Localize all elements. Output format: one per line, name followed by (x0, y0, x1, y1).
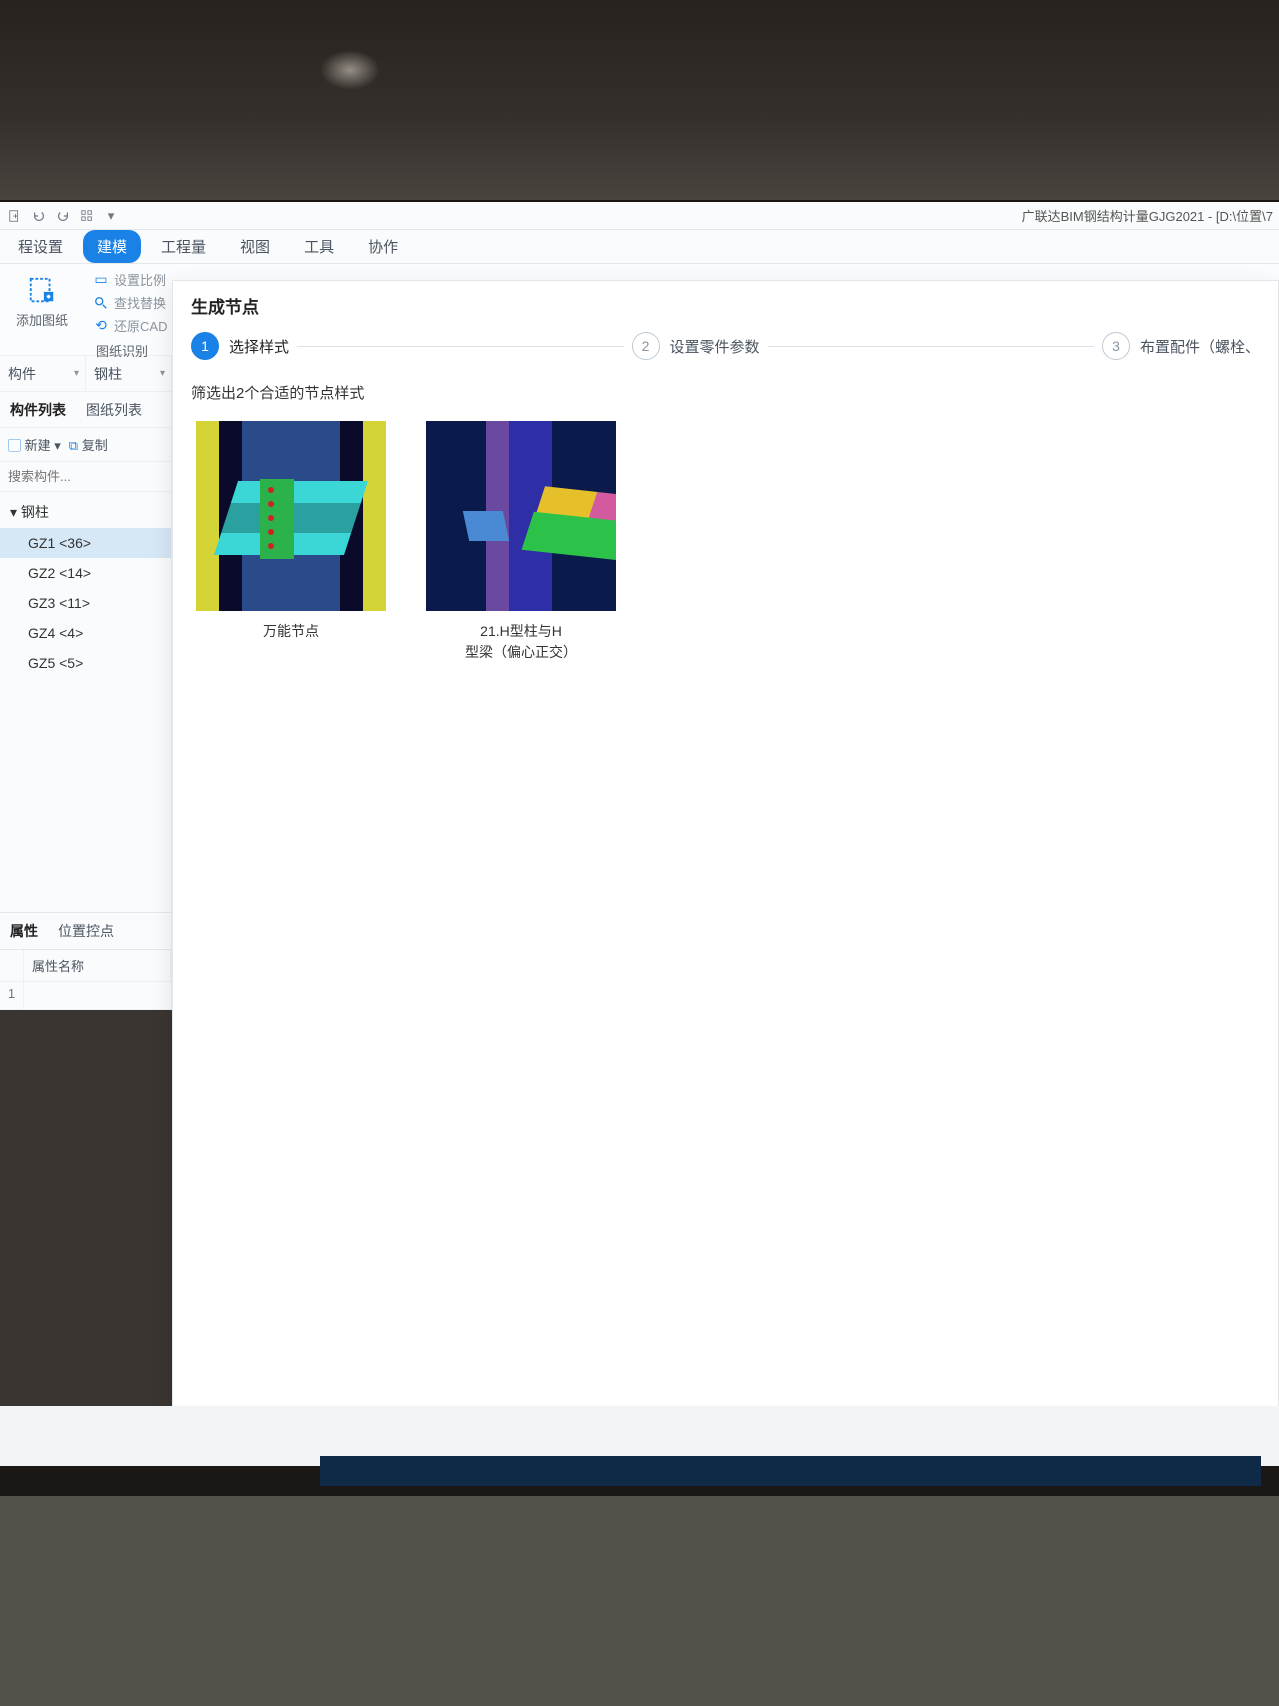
component-tabs: 构件列表 图纸列表 (0, 392, 171, 428)
ruler-icon: ▭ (92, 271, 110, 289)
new-icon: ▢ (8, 438, 21, 453)
props-tabs: 属性 位置控点 (0, 913, 171, 950)
filter-result-text: 筛选出2个合适的节点样式 (173, 378, 1278, 413)
step-1-circle: 1 (191, 332, 219, 360)
props-header: 属性名称 (0, 950, 171, 982)
tab-drawing-list[interactable]: 图纸列表 (76, 392, 152, 427)
node-style-hcolumn-hbeam[interactable]: 21.H型柱与H 型梁（偏心正交） (421, 421, 621, 663)
step-line-2 (768, 346, 1094, 347)
type-selectors: 构件 钢柱 (0, 356, 171, 392)
type-dropdown-component[interactable]: 构件 (0, 356, 86, 391)
grid-icon[interactable] (78, 207, 96, 225)
step-3-circle: 3 (1102, 332, 1130, 360)
node-style-hcolumn-hbeam-label: 21.H型柱与H 型梁（偏心正交） (465, 621, 577, 663)
copy-component-button[interactable]: ⧉ 复制 (69, 435, 108, 454)
node-style-universal-thumb (196, 421, 386, 611)
props-col-name: 属性名称 (24, 950, 171, 981)
tree-item-gz4[interactable]: GZ4 <4> (0, 618, 171, 648)
wizard-steps: 1 选择样式 2 设置零件参数 3 布置配件（螺栓、 (173, 326, 1278, 378)
step-1-label: 选择样式 (229, 336, 289, 357)
type-dropdown-steel-column[interactable]: 钢柱 (86, 356, 171, 391)
step-1[interactable]: 1 选择样式 (191, 332, 289, 360)
menu-tools[interactable]: 工具 (290, 230, 348, 263)
props-row-1[interactable]: 1 (0, 982, 171, 1010)
tree-item-gz3[interactable]: GZ3 <11> (0, 588, 171, 618)
restore-icon: ⟲ (92, 317, 110, 335)
new-file-icon[interactable] (6, 207, 24, 225)
node-style-universal-label: 万能节点 (263, 621, 319, 642)
undo-icon[interactable] (30, 207, 48, 225)
copy-icon: ⧉ (69, 438, 78, 453)
restore-cad-label: 还原CAD (114, 316, 167, 335)
node-style-universal[interactable]: 万能节点 (191, 421, 391, 663)
search-input[interactable] (8, 469, 163, 484)
menu-collab[interactable]: 协作 (354, 230, 412, 263)
tab-properties[interactable]: 属性 (0, 913, 48, 949)
titlebar: ▾ 广联达BIM钢结构计量GJG2021 - [D:\位置\7 (0, 202, 1279, 230)
tab-component-list[interactable]: 构件列表 (0, 392, 76, 427)
search-icon (92, 294, 110, 312)
step-2-label: 设置零件参数 (670, 336, 760, 357)
step-3-label: 布置配件（螺栓、 (1140, 336, 1260, 357)
left-panel: 构件 钢柱 构件列表 图纸列表 ▢ 新建 ▾ ⧉ 复制 (0, 356, 172, 1010)
set-scale-button[interactable]: ▭ 设置比例 (92, 270, 167, 289)
add-drawing-icon (24, 272, 60, 308)
step-2-circle: 2 (632, 332, 660, 360)
node-style-grid: 万能节点 21.H型柱与H 型梁（偏心正交） (173, 413, 1278, 671)
find-replace-label: 查找替换 (114, 293, 166, 312)
component-toolbar: ▢ 新建 ▾ ⧉ 复制 (0, 428, 171, 462)
app-title: 广联达BIM钢结构计量GJG2021 - [D:\位置\7 (1022, 206, 1273, 225)
tree-item-gz1[interactable]: GZ1 <36> (0, 528, 171, 558)
props-table: 属性名称 1 (0, 950, 171, 1010)
step-3[interactable]: 3 布置配件（螺栓、 (1102, 332, 1260, 360)
menu-modeling[interactable]: 建模 (83, 230, 141, 263)
tree-item-gz2[interactable]: GZ2 <14> (0, 558, 171, 588)
node-style-hcolumn-hbeam-thumb (426, 421, 616, 611)
new-component-button[interactable]: ▢ 新建 ▾ (8, 435, 61, 454)
add-drawing-button[interactable]: 添加图纸 (10, 270, 74, 331)
qat-more-icon[interactable]: ▾ (102, 207, 120, 225)
ribbon-small-list: ▭ 设置比例 查找替换 ⟲ 还原CAD 图纸识别 (92, 270, 167, 360)
component-search[interactable] (0, 462, 171, 492)
props-row-num: 1 (0, 982, 24, 1009)
set-scale-label: 设置比例 (114, 270, 166, 289)
find-replace-button[interactable]: 查找替换 (92, 293, 167, 312)
step-line-1 (297, 346, 623, 347)
tab-position-control[interactable]: 位置控点 (48, 913, 124, 949)
add-drawing-label: 添加图纸 (16, 310, 68, 329)
tree-root[interactable]: ▾ 钢柱 (0, 496, 171, 528)
menu-quantities[interactable]: 工程量 (147, 230, 220, 263)
component-tree: ▾ 钢柱 GZ1 <36> GZ2 <14> GZ3 <11> GZ4 <4> … (0, 492, 171, 682)
dialog-title: 生成节点 (173, 281, 1278, 326)
tree-item-gz5[interactable]: GZ5 <5> (0, 648, 171, 678)
redo-icon[interactable] (54, 207, 72, 225)
menu-bar: 程设置 建模 工程量 视图 工具 协作 (0, 230, 1279, 264)
generate-node-dialog: 生成节点 1 选择样式 2 设置零件参数 3 布置配件（螺栓、 筛选出2个合适的… (172, 280, 1279, 1706)
step-2[interactable]: 2 设置零件参数 (632, 332, 760, 360)
menu-program-settings[interactable]: 程设置 (4, 230, 77, 263)
menu-view[interactable]: 视图 (226, 230, 284, 263)
ribbon-group-drawing: 添加图纸 (10, 270, 74, 331)
monitor-bezel-top (0, 0, 1279, 200)
restore-cad-button[interactable]: ⟲ 还原CAD (92, 316, 167, 335)
properties-panel: 属性 位置控点 属性名称 1 (0, 912, 171, 1010)
